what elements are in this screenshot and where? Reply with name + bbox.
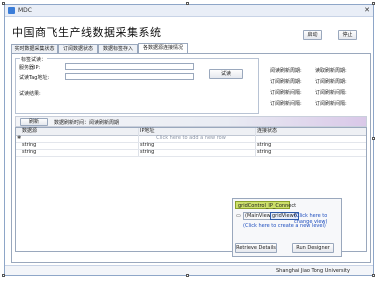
- tag-address-input[interactable]: [65, 73, 194, 80]
- new-row-prompt: Click here to add a new row: [156, 135, 226, 141]
- tab-subscription-status[interactable]: 订阅数据状态: [58, 44, 98, 53]
- table-cell: string: [22, 149, 37, 155]
- stat-label: 订阅刷新间隔:: [315, 90, 347, 96]
- tag-address-label: 试读Tag地址:: [19, 75, 50, 81]
- table-cell: string: [257, 149, 272, 155]
- title-bar: MDC ✕: [5, 5, 373, 17]
- page-title: 中国商飞生产线数据采集系统: [12, 26, 162, 39]
- refresh-button[interactable]: 刷新: [20, 118, 48, 126]
- table-cell: string: [22, 142, 37, 148]
- stat-label: 读取刷新周期:: [315, 68, 347, 74]
- column-header[interactable]: IP地址: [140, 128, 155, 135]
- tab-datasource-connections[interactable]: 各数据源连接情况: [138, 43, 188, 53]
- window-title: MDC: [18, 7, 32, 14]
- column-header[interactable]: 连接状态: [257, 128, 277, 135]
- status-text: Shanghai Jiao Tong University: [276, 268, 350, 274]
- result-label: 试读结果:: [19, 91, 41, 97]
- tab-realtime-status[interactable]: 实时数据采集状态: [11, 44, 58, 53]
- server-ip-label: 服务器IP:: [19, 65, 41, 71]
- resize-handle-icon[interactable]: [186, 274, 189, 277]
- tag-test-group: 标签试读： 服务器IP: 试读Tag地址: 试读结果: 试读: [15, 56, 259, 114]
- resize-handle-icon[interactable]: [2, 2, 5, 5]
- stat-label: 订阅刷新周期:: [315, 79, 347, 85]
- tab-tag-storage[interactable]: 数据标签存入: [98, 44, 138, 53]
- create-level-link[interactable]: (Click here to create a new level): [243, 223, 326, 229]
- stat-label: 订阅刷新间隔:: [270, 90, 302, 96]
- group-legend: 标签试读：: [20, 56, 48, 63]
- stat-label: 订阅刷新间隔:: [270, 101, 302, 107]
- stat-label: 订阅刷新周期:: [270, 79, 302, 85]
- resize-handle-icon[interactable]: [186, 2, 189, 5]
- status-bar: Shanghai Jiao Tong University: [5, 265, 373, 275]
- refresh-interval-text: 数据刷新时间：阅读刷新周期: [54, 120, 120, 126]
- app-icon: [8, 7, 15, 14]
- stat-label: 阅读刷新周期:: [270, 68, 302, 74]
- resize-handle-icon[interactable]: [372, 2, 375, 5]
- resize-handle-icon[interactable]: [372, 274, 375, 277]
- table-cell: string: [140, 149, 155, 155]
- column-header[interactable]: 数据源: [22, 128, 37, 135]
- table-row[interactable]: string string string: [16, 149, 366, 157]
- server-ip-input[interactable]: [65, 63, 194, 70]
- stat-label: 订阅刷新间隔:: [315, 101, 347, 107]
- resize-handle-icon[interactable]: [372, 137, 375, 140]
- grid-toolbar: 刷新 数据刷新时间：阅读刷新周期: [15, 116, 367, 127]
- main-window: MDC ✕ 中国商飞生产线数据采集系统 启动 停止 实时数据采集状态 订阅数据状…: [4, 4, 374, 276]
- designer-title: gridControl_IP_Connect: [235, 201, 296, 209]
- stop-button[interactable]: 停止: [338, 30, 357, 40]
- retrieve-details-button[interactable]: Retrieve Details: [235, 243, 277, 253]
- start-button[interactable]: 启动: [303, 30, 322, 40]
- tree-node-icon: ▭: [236, 213, 241, 219]
- resize-handle-icon[interactable]: [2, 274, 5, 277]
- run-designer-button[interactable]: Run Designer: [292, 243, 334, 253]
- test-read-button[interactable]: 试读: [209, 69, 243, 79]
- table-cell: string: [257, 142, 272, 148]
- grid-designer-popup: gridControl_IP_Connect ▭ (MainView) grid…: [232, 198, 342, 257]
- table-cell: string: [140, 142, 155, 148]
- close-icon[interactable]: ✕: [364, 6, 370, 14]
